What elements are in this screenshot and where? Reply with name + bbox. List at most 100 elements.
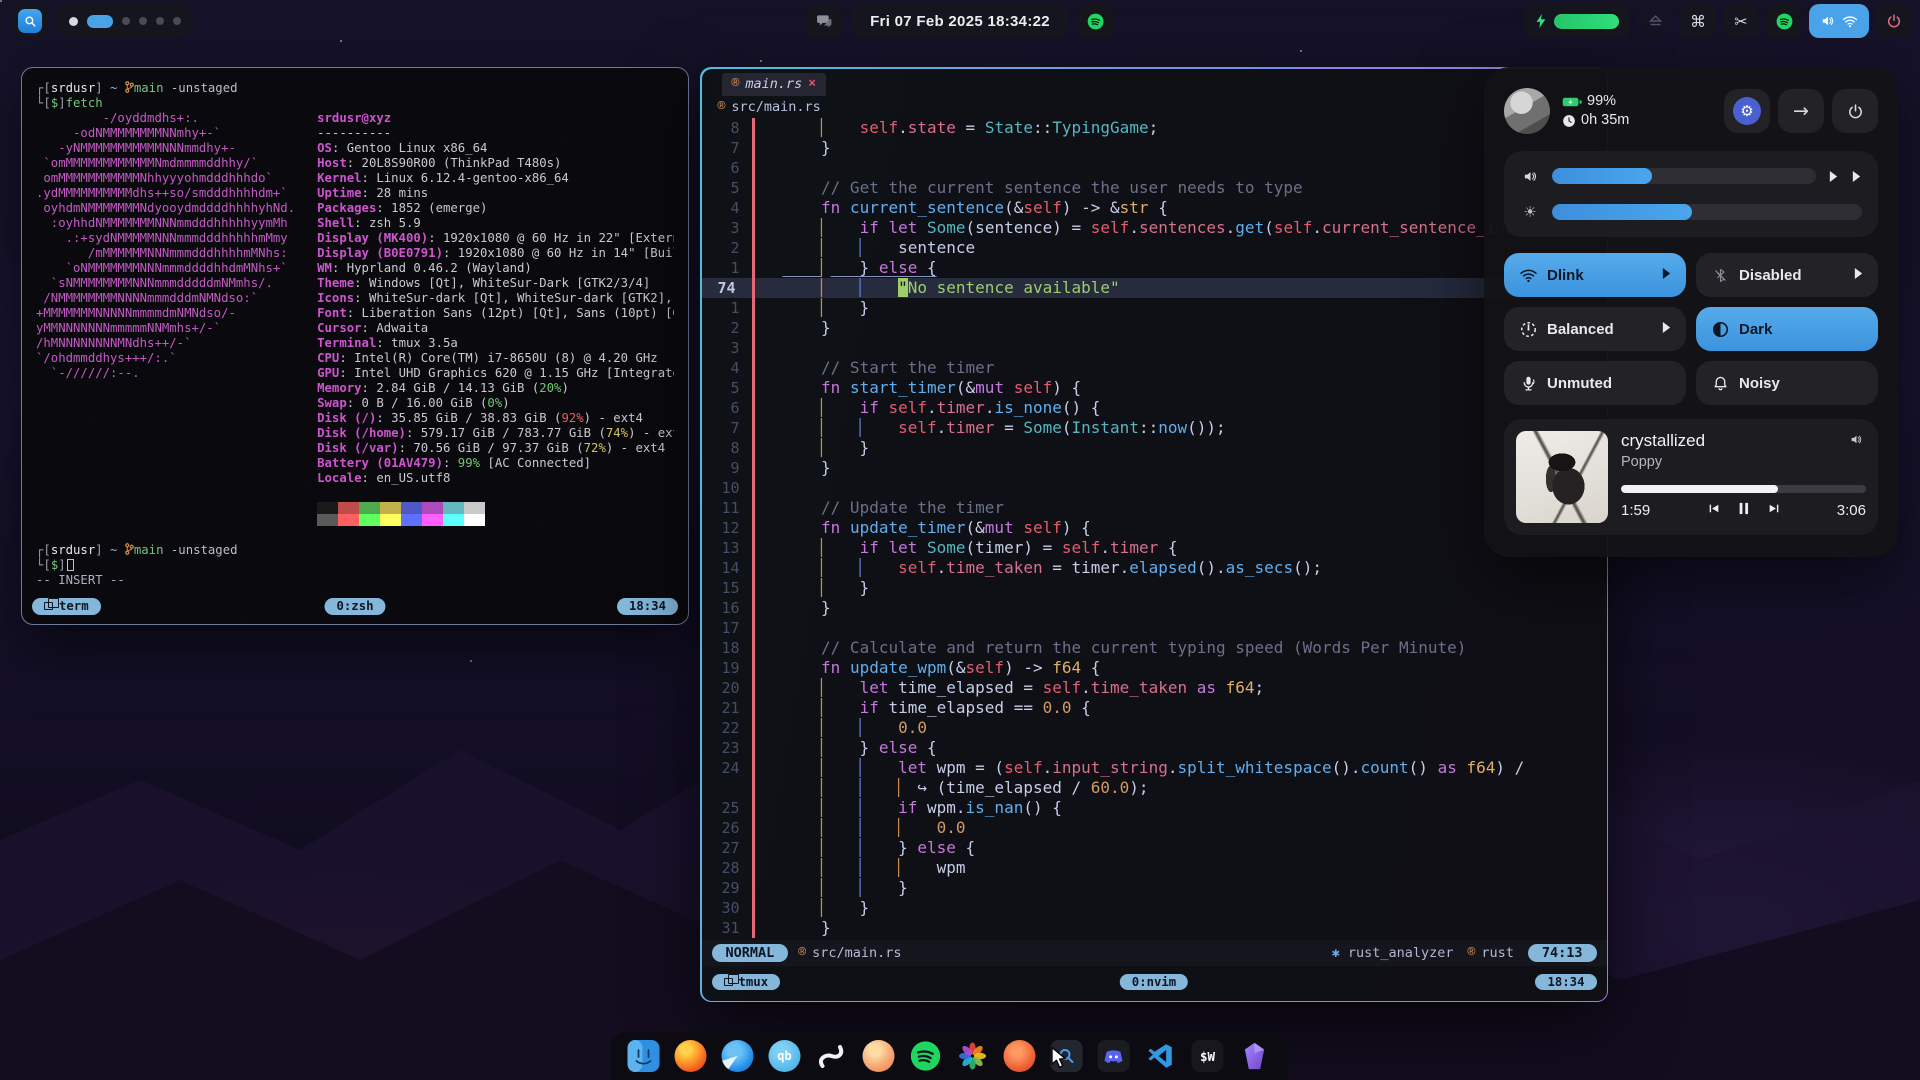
pause-button[interactable] [1737,501,1750,520]
code-area[interactable]: 8 ▏ self.state = State::TypingGame;7 }65… [702,118,1607,938]
toggle-label: Dark [1739,321,1772,338]
expand-button[interactable]: → [1778,89,1824,133]
peach-app-icon[interactable] [862,1039,896,1073]
workspace-dot[interactable] [156,17,164,25]
toggle-disabled[interactable]: Disabled [1696,253,1878,297]
code-line: 2 } [702,318,1607,338]
code-line: 15 ▏ } [702,578,1607,598]
lsp-icon: ✱ [1332,945,1348,961]
previous-track-button[interactable] [1706,502,1721,519]
vscode-icon[interactable] [1144,1039,1178,1073]
buffer-tabline: ® main.rs × [702,69,1607,96]
fetch-info-row: Disk (/var): 70.56 GiB / 97.37 GiB (72%)… [317,441,674,456]
code-line: 27 ▏ ▏ } else { [702,838,1607,858]
next-track-button[interactable] [1766,502,1781,519]
discord-icon[interactable] [1097,1039,1131,1073]
toggle-dlink[interactable]: Dlink [1504,253,1686,297]
close-icon[interactable]: × [808,76,816,91]
code-line: 4 fn current_sentence(&self) -> &str { [702,198,1607,218]
brightness-slider[interactable]: ☀ [1520,201,1862,223]
power-button[interactable] [1832,89,1878,133]
uptime-status: 0h 35m [1562,111,1629,130]
window-icon [724,978,733,986]
tmux-window-pill[interactable]: 0:nvim [1120,974,1188,990]
audio-network-group[interactable] [1809,4,1869,38]
fetch-info-row: Cursor: Adwaita [317,321,674,336]
palette-swatch [317,514,338,526]
toggle-unmuted[interactable]: Unmuted [1504,361,1686,405]
power-icon [1886,13,1902,29]
workspace-dot[interactable] [173,17,181,25]
top-bar: Fri 07 Feb 2025 18:34:22 ⌘ ✂ [0,0,1920,42]
settings-button[interactable]: ⚙ [1724,89,1770,133]
code-line: 1 ▏ } [702,298,1607,318]
quick-toggles: DlinkDisabledBalanced Dark UnmutedNoisy [1504,253,1878,405]
prompt-line-2: └[$]fetch [36,96,674,111]
code-line: 30 ▏ } [702,898,1607,918]
tmux-window-pill[interactable]: 0:zsh [324,598,385,615]
eject-tray-button[interactable] [1637,4,1673,38]
chevron-right-icon [1661,321,1672,338]
finder-icon[interactable] [627,1039,661,1073]
firefox-icon[interactable] [674,1039,708,1073]
fetch-info-row: Theme: Windows [Qt], WhiteSur-Dark [GTK2… [317,276,674,291]
spotify-icon[interactable] [909,1039,943,1073]
palette-swatch [443,502,464,514]
bluetooth-off-icon [1710,267,1730,284]
code-line-current: 74 ▏ ▏ "No sentence available" [702,278,1607,298]
tmux-clock-pill: 18:34 [617,598,678,615]
fetch-info-row: Packages: 1852 (emerge) [317,201,674,216]
workspace-dot[interactable] [87,15,113,28]
notifications-button[interactable] [806,4,842,38]
command-key-button[interactable]: ⌘ [1680,4,1716,38]
fetch-info-row: GPU: Intel UHD Graphics 620 @ 1.15 GHz [… [317,366,674,381]
qbittorrent-icon[interactable]: qb [768,1039,802,1073]
gear-icon: ⚙ [1733,97,1761,125]
tmux-clock-pill: 18:34 [1535,974,1596,990]
orange-browser-icon[interactable] [1003,1039,1037,1073]
prompt-line-4[interactable]: └[$] [36,558,674,573]
avatar[interactable] [1504,88,1550,134]
dollar-w-app-icon[interactable]: $W [1191,1039,1225,1073]
palette-swatch [359,502,380,514]
tmux-session-pill[interactable]: term [32,598,101,615]
workspace-dot[interactable] [139,17,147,25]
clock-date[interactable]: Fri 07 Feb 2025 18:34:22 [852,4,1068,38]
editor-window[interactable]: ® main.rs × ® src/main.rs 8 ▏ self.state… [700,67,1608,1002]
power-button[interactable] [1876,4,1912,38]
code-line: 4 // Start the timer [702,358,1607,378]
toggle-dark[interactable]: Dark [1696,307,1878,351]
speaker-icon[interactable] [1849,433,1864,451]
sun-icon: ☀ [1520,203,1540,221]
spotify-tray-button[interactable] [1078,4,1114,38]
battery-indicator[interactable] [1524,4,1630,38]
battery-status: 99% [1562,92,1629,111]
code-line: 18 // Calculate and return the current t… [702,638,1607,658]
obsidian-icon[interactable] [1238,1039,1272,1073]
clock-icon [1562,114,1576,128]
code-line: 7 ▏ ▏ self.timer = Some(Instant::now()); [702,418,1607,438]
launcher-button[interactable] [12,4,48,38]
tmux-session-pill[interactable]: tmux [712,974,781,990]
volume-slider[interactable] [1520,165,1862,187]
thunderbird-icon[interactable] [721,1039,755,1073]
workspace-dot[interactable] [69,17,78,26]
photos-icon[interactable] [956,1039,990,1073]
chevron-right-icon[interactable] [1828,170,1839,183]
toggle-balanced[interactable]: Balanced [1504,307,1686,351]
workspace-dot[interactable] [122,17,130,25]
battery-icon [1562,96,1582,108]
palette-swatch [317,502,338,514]
spotify-button[interactable] [1766,4,1802,38]
buffer-tab[interactable]: ® main.rs × [722,73,827,96]
screenshot-button[interactable]: ✂ [1723,4,1759,38]
track-artist: Poppy [1621,454,1866,470]
workspace-indicator [56,4,194,38]
code-line: 25 ▏ ▏ if wpm.is_nan() { [702,798,1607,818]
s-curve-app-icon[interactable] [815,1039,849,1073]
seek-bar[interactable] [1621,485,1866,493]
terminal-window[interactable]: ┌[srdusr] ~ main -unstaged └[$]fetch -/o… [21,67,689,625]
chevron-right-icon[interactable] [1851,170,1862,183]
toggle-noisy[interactable]: Noisy [1696,361,1878,405]
vi-mode-indicator: -- INSERT -- [36,573,674,588]
